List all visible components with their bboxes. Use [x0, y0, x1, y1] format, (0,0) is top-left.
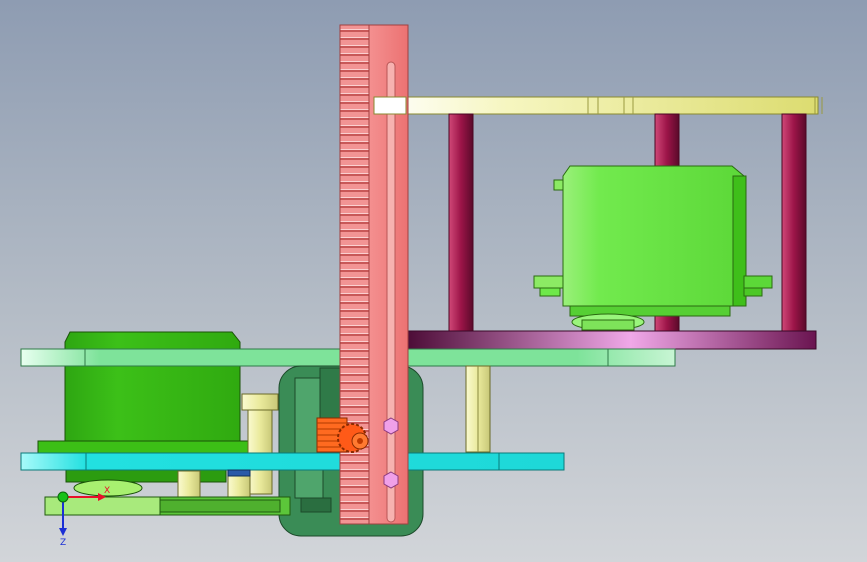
- triad-z-label: Z: [60, 538, 66, 548]
- servo-right-mount-flange: [533, 275, 564, 289]
- triad-y-axis: [57, 491, 69, 503]
- standoff-left-a: [241, 393, 279, 411]
- servo-right[interactable]: [533, 165, 773, 331]
- rack-slot: [386, 61, 396, 523]
- assembly-drawing: X Z: [20, 24, 823, 548]
- upper-bracket-top-plate[interactable]: [373, 96, 819, 115]
- coordinate-triad: X Z: [57, 486, 110, 548]
- servo-right-body: [562, 165, 745, 307]
- bracket-post-right: [781, 113, 807, 333]
- base-plate[interactable]: [44, 496, 291, 516]
- cad-viewport[interactable]: X Z: [0, 0, 867, 562]
- rack-bolt-upper: [383, 417, 399, 435]
- lower-bracket-plate[interactable]: [403, 330, 817, 350]
- bracket-post-left: [448, 113, 474, 333]
- triad-x-label: X: [104, 486, 110, 496]
- cyan-plate[interactable]: [20, 452, 565, 471]
- standoff-left-b: [247, 409, 273, 495]
- rack-bolt-lower: [383, 471, 399, 489]
